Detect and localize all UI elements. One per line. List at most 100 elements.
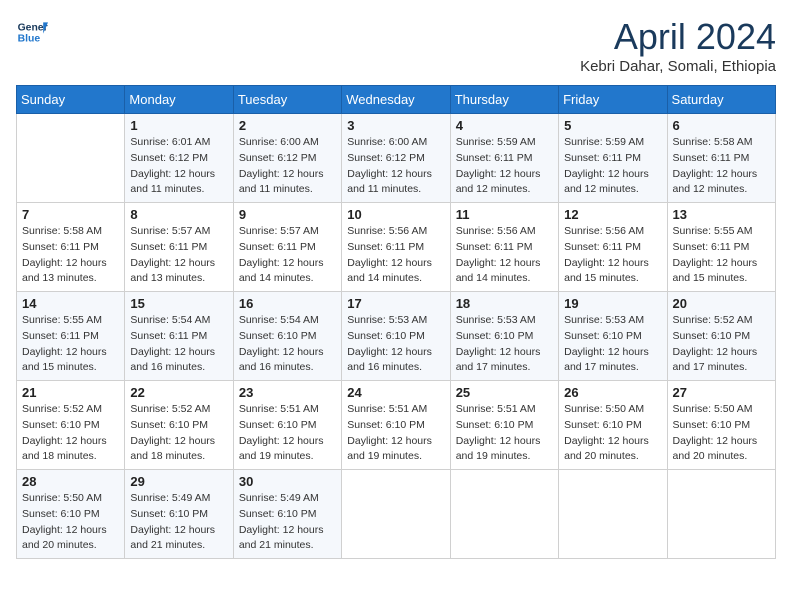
calendar-cell: 11Sunrise: 5:56 AM Sunset: 6:11 PM Dayli… [450,203,558,292]
calendar-cell: 18 Sunrise: 5:53 AM Sunset: 6:10 PM Dayli… [450,292,558,381]
day-detail: Sunrise: 5:59 AM Sunset: 6:11 PM Dayligh… [564,135,661,198]
calendar-cell: 23 Sunrise: 5:51 AM Sunset: 6:10 PM Dayli… [233,381,341,470]
day-number: 16 [239,296,336,311]
month-title: April 2024 [580,16,776,58]
weekday-header: Monday [125,86,233,114]
day-number: 18 [456,296,553,311]
calendar-cell: 20 Sunrise: 5:52 AM Sunset: 6:10 PM Dayli… [667,292,775,381]
calendar-cell: 24Sunrise: 5:51 AM Sunset: 6:10 PM Dayli… [342,381,450,470]
day-number: 1 [130,118,227,133]
location: Kebri Dahar, Somali, Ethiopia [580,58,776,75]
calendar-cell: 27 Sunrise: 5:50 AM Sunset: 6:10 PM Dayli… [667,381,775,470]
calendar-cell: 25Sunrise: 5:51 AM Sunset: 6:10 PM Dayli… [450,381,558,470]
day-number: 21 [22,385,119,400]
calendar-cell: 9 Sunrise: 5:57 AM Sunset: 6:11 PM Daylig… [233,203,341,292]
calendar-cell: 5Sunrise: 5:59 AM Sunset: 6:11 PM Daylig… [559,114,667,203]
day-number: 20 [673,296,770,311]
day-number: 2 [239,118,336,133]
day-number: 30 [239,474,336,489]
day-detail: Sunrise: 6:01 AM Sunset: 6:12 PM Dayligh… [130,135,227,198]
day-detail: Sunrise: 5:50 AM Sunset: 6:10 PM Dayligh… [564,402,661,465]
day-detail: Sunrise: 5:53 AM Sunset: 6:10 PM Dayligh… [564,313,661,376]
day-number: 17 [347,296,444,311]
calendar-cell [559,470,667,559]
calendar-cell: 22 Sunrise: 5:52 AM Sunset: 6:10 PM Dayli… [125,381,233,470]
day-number: 12 [564,207,661,222]
day-detail: Sunrise: 5:51 AM Sunset: 6:10 PM Dayligh… [239,402,336,465]
weekday-header: Wednesday [342,86,450,114]
calendar-cell [667,470,775,559]
day-detail: Sunrise: 5:59 AM Sunset: 6:11 PM Dayligh… [456,135,553,198]
day-detail: Sunrise: 5:52 AM Sunset: 6:10 PM Dayligh… [673,313,770,376]
day-number: 6 [673,118,770,133]
day-detail: Sunrise: 5:49 AM Sunset: 6:10 PM Dayligh… [239,491,336,554]
day-detail: Sunrise: 5:55 AM Sunset: 6:11 PM Dayligh… [673,224,770,287]
calendar-cell [342,470,450,559]
calendar-cell: 6 Sunrise: 5:58 AM Sunset: 6:11 PM Daylig… [667,114,775,203]
day-detail: Sunrise: 6:00 AM Sunset: 6:12 PM Dayligh… [347,135,444,198]
day-number: 10 [347,207,444,222]
title-block: April 2024 Kebri Dahar, Somali, Ethiopia [580,16,776,75]
day-number: 13 [673,207,770,222]
calendar-cell: 16 Sunrise: 5:54 AM Sunset: 6:10 PM Dayli… [233,292,341,381]
calendar-cell: 14 Sunrise: 5:55 AM Sunset: 6:11 PM Dayli… [17,292,125,381]
day-detail: Sunrise: 5:53 AM Sunset: 6:10 PM Dayligh… [456,313,553,376]
day-number: 14 [22,296,119,311]
day-number: 23 [239,385,336,400]
calendar-cell: 13 Sunrise: 5:55 AM Sunset: 6:11 PM Dayli… [667,203,775,292]
day-number: 15 [130,296,227,311]
day-number: 22 [130,385,227,400]
day-number: 25 [456,385,553,400]
calendar-cell: 4 Sunrise: 5:59 AM Sunset: 6:11 PM Daylig… [450,114,558,203]
logo-icon: General Blue [16,16,48,48]
day-number: 26 [564,385,661,400]
calendar-cell: 15 Sunrise: 5:54 AM Sunset: 6:11 PM Dayli… [125,292,233,381]
calendar-cell: 21 Sunrise: 5:52 AM Sunset: 6:10 PM Dayli… [17,381,125,470]
day-number: 29 [130,474,227,489]
day-number: 4 [456,118,553,133]
day-detail: Sunrise: 5:52 AM Sunset: 6:10 PM Dayligh… [22,402,119,465]
weekday-header: Thursday [450,86,558,114]
calendar-table: SundayMondayTuesdayWednesdayThursdayFrid… [16,85,776,559]
day-number: 7 [22,207,119,222]
day-detail: Sunrise: 5:54 AM Sunset: 6:10 PM Dayligh… [239,313,336,376]
day-detail: Sunrise: 6:00 AM Sunset: 6:12 PM Dayligh… [239,135,336,198]
day-number: 11 [456,207,553,222]
calendar-cell: 26 Sunrise: 5:50 AM Sunset: 6:10 PM Dayli… [559,381,667,470]
calendar-cell: 8 Sunrise: 5:57 AM Sunset: 6:11 PM Daylig… [125,203,233,292]
calendar-cell: 30 Sunrise: 5:49 AM Sunset: 6:10 PM Dayli… [233,470,341,559]
day-number: 19 [564,296,661,311]
day-detail: Sunrise: 5:56 AM Sunset: 6:11 PM Dayligh… [564,224,661,287]
day-detail: Sunrise: 5:57 AM Sunset: 6:11 PM Dayligh… [130,224,227,287]
calendar-cell: 12 Sunrise: 5:56 AM Sunset: 6:11 PM Dayli… [559,203,667,292]
day-detail: Sunrise: 5:52 AM Sunset: 6:10 PM Dayligh… [130,402,227,465]
day-number: 8 [130,207,227,222]
day-number: 28 [22,474,119,489]
day-number: 9 [239,207,336,222]
weekday-header: Friday [559,86,667,114]
calendar-cell: 19 Sunrise: 5:53 AM Sunset: 6:10 PM Dayli… [559,292,667,381]
calendar-cell: 10Sunrise: 5:56 AM Sunset: 6:11 PM Dayli… [342,203,450,292]
calendar-cell: 28 Sunrise: 5:50 AM Sunset: 6:10 PM Dayli… [17,470,125,559]
day-number: 24 [347,385,444,400]
day-detail: Sunrise: 5:54 AM Sunset: 6:11 PM Dayligh… [130,313,227,376]
calendar-cell [17,114,125,203]
day-detail: Sunrise: 5:53 AM Sunset: 6:10 PM Dayligh… [347,313,444,376]
logo: General Blue [16,16,48,48]
calendar-cell: 29Sunrise: 5:49 AM Sunset: 6:10 PM Dayli… [125,470,233,559]
day-number: 3 [347,118,444,133]
day-detail: Sunrise: 5:58 AM Sunset: 6:11 PM Dayligh… [673,135,770,198]
day-detail: Sunrise: 5:57 AM Sunset: 6:11 PM Dayligh… [239,224,336,287]
day-detail: Sunrise: 5:50 AM Sunset: 6:10 PM Dayligh… [22,491,119,554]
day-detail: Sunrise: 5:55 AM Sunset: 6:11 PM Dayligh… [22,313,119,376]
calendar-cell: 2 Sunrise: 6:00 AM Sunset: 6:12 PM Daylig… [233,114,341,203]
calendar-cell: 7Sunrise: 5:58 AM Sunset: 6:11 PM Daylig… [17,203,125,292]
svg-text:Blue: Blue [18,34,41,45]
calendar-cell: 1 Sunrise: 6:01 AM Sunset: 6:12 PM Daylig… [125,114,233,203]
calendar-cell: 3 Sunrise: 6:00 AM Sunset: 6:12 PM Daylig… [342,114,450,203]
weekday-header: Tuesday [233,86,341,114]
day-detail: Sunrise: 5:50 AM Sunset: 6:10 PM Dayligh… [673,402,770,465]
day-number: 27 [673,385,770,400]
calendar-cell [450,470,558,559]
weekday-header: Sunday [17,86,125,114]
